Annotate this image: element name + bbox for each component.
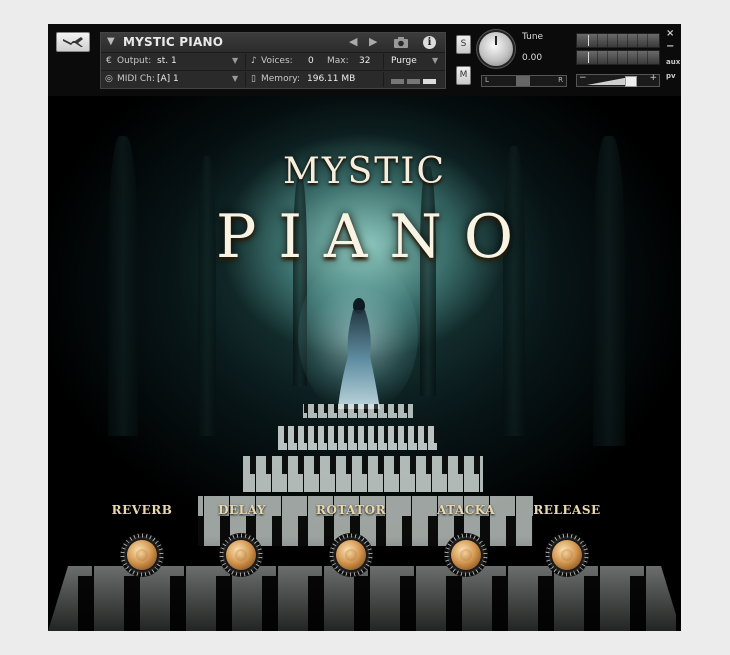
voices-value: 0 (308, 56, 314, 66)
instrument-info-panel: ▼ MYSTIC PIANO ◀ ▶ i € Output: st. 1 ▼ ♪… (100, 32, 446, 89)
pan-thumb[interactable] (516, 76, 530, 86)
atacka-knob[interactable] (444, 533, 488, 577)
instrument-options-button[interactable] (56, 32, 90, 52)
tune-knob[interactable] (479, 32, 513, 66)
collapse-arrow-icon[interactable]: ▼ (107, 36, 115, 47)
midi-channel-label: MIDI Ch: (117, 74, 155, 84)
title-piano: PIANO (215, 202, 536, 272)
tune-value: 0.00 (522, 53, 543, 63)
pan-left-label: L (485, 76, 489, 84)
volume-slider[interactable]: − + (576, 73, 660, 87)
release-label: RELEASE (533, 503, 601, 517)
pan-right-label: R (558, 76, 563, 84)
delay-label: DELAY (218, 503, 266, 517)
previous-instrument-icon[interactable]: ◀ (349, 35, 357, 48)
instrument-name: MYSTIC PIANO (123, 35, 224, 49)
memory-value: 196.11 MB (307, 74, 356, 84)
minimize-icon[interactable]: − (666, 41, 674, 52)
close-icon[interactable]: × (666, 28, 674, 39)
release-knob[interactable] (545, 533, 589, 577)
volume-thumb[interactable] (625, 76, 637, 87)
instrument-title-row: ▼ MYSTIC PIANO ◀ ▶ i (101, 33, 445, 53)
wrench-icon (63, 37, 83, 47)
purge-menu[interactable]: Purge (391, 56, 417, 66)
purge-indicator-bars (391, 77, 439, 87)
output-voices-row: € Output: st. 1 ▼ ♪ Voices: 0 Max: 32 Pu… (101, 53, 445, 70)
atacka-label: ATACKA (436, 503, 496, 517)
pan-slider[interactable]: L R (481, 75, 567, 87)
purge-dropdown-arrow-icon[interactable]: ▼ (432, 56, 438, 65)
kontakt-instrument-window: ▼ MYSTIC PIANO ◀ ▶ i € Output: st. 1 ▼ ♪… (48, 24, 681, 631)
title-mystic: MYSTIC (282, 151, 447, 192)
mute-button[interactable]: M (456, 66, 471, 85)
tune-label: Tune (522, 32, 544, 42)
solo-button[interactable]: S (456, 35, 471, 54)
reverb-knob[interactable] (120, 533, 164, 577)
next-instrument-icon[interactable]: ▶ (369, 35, 377, 48)
pv-button[interactable]: pv (666, 72, 676, 80)
voices-label: Voices: (261, 56, 293, 66)
midi-icon: ◎ (105, 74, 113, 84)
aux-button[interactable]: aux (666, 58, 680, 66)
output-level-meter-right (576, 50, 660, 65)
info-icon[interactable]: i (423, 36, 436, 49)
memory-icon: ▯ (251, 74, 256, 84)
rotator-label: ROTATOR (315, 503, 387, 517)
memory-label: Memory: (261, 74, 300, 84)
volume-plus-label: + (649, 73, 657, 83)
reverb-label: REVERB (111, 503, 173, 517)
output-dropdown-arrow-icon[interactable]: ▼ (232, 56, 238, 65)
instrument-artwork: MYSTIC PIANO REVERB DELAY ROTATOR ATACKA… (48, 96, 681, 631)
rotator-knob[interactable] (329, 533, 373, 577)
camera-icon[interactable] (393, 36, 409, 49)
output-level-meter-left (576, 33, 660, 48)
max-voices-label: Max: (327, 56, 349, 66)
midi-channel-selector[interactable]: [A] 1 (157, 74, 179, 84)
instrument-header: ▼ MYSTIC PIANO ◀ ▶ i € Output: st. 1 ▼ ♪… (48, 24, 681, 96)
delay-knob[interactable] (219, 533, 263, 577)
output-icon: € (106, 56, 112, 66)
output-label: Output: (117, 56, 152, 66)
volume-minus-label: − (579, 73, 587, 83)
output-selector[interactable]: st. 1 (157, 56, 177, 66)
voices-icon: ♪ (251, 56, 257, 66)
midi-dropdown-arrow-icon[interactable]: ▼ (232, 74, 238, 83)
midi-memory-row: ◎ MIDI Ch: [A] 1 ▼ ▯ Memory: 196.11 MB (101, 70, 445, 88)
max-voices-field[interactable]: 32 (359, 56, 370, 66)
